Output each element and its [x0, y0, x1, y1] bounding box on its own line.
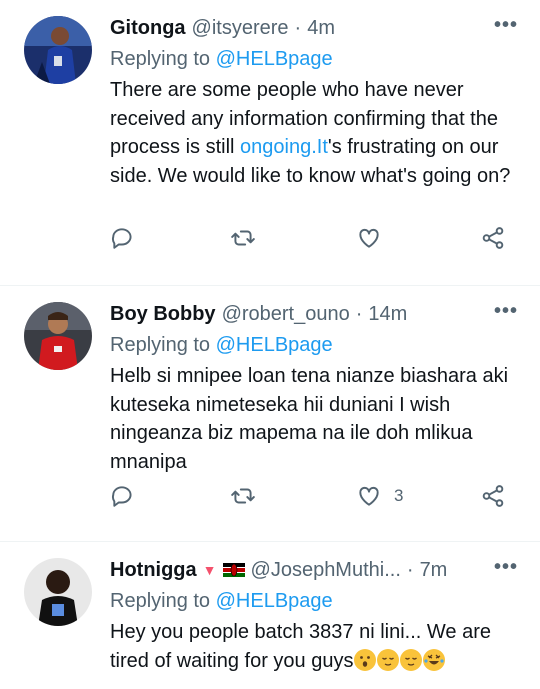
share-button[interactable]: [480, 483, 506, 509]
retweet-icon: [231, 488, 255, 504]
relieved-face-icon: [400, 648, 423, 671]
more-options-icon[interactable]: •••: [494, 301, 518, 321]
avatar[interactable]: [24, 558, 92, 626]
separator: ·: [294, 16, 302, 39]
red-triangle-icon: ▼: [202, 562, 217, 578]
tweet-text: Helb si mnipee loan tena nianze biashara…: [110, 365, 509, 473]
reply-icon: [111, 228, 132, 249]
reply-button[interactable]: [110, 225, 136, 251]
rolling-laughing-face-icon: [423, 648, 446, 671]
reply-icon: [111, 486, 132, 507]
replying-prefix: Replying to: [110, 48, 211, 70]
user-handle[interactable]: @robert_ouno: [222, 303, 350, 326]
tweet[interactable]: Boy Bobby @robert_ouno · 14m Replying to…: [0, 286, 540, 542]
mention-link[interactable]: @HELBpage: [216, 590, 333, 612]
retweet-button[interactable]: [230, 483, 256, 509]
avatar[interactable]: [24, 16, 92, 84]
share-button[interactable]: [480, 225, 506, 251]
display-name[interactable]: Boy Bobby: [110, 303, 216, 326]
user-handle[interactable]: @JosephMuthi...: [251, 559, 401, 582]
tweet-text: There are some people who have never rec…: [110, 76, 522, 190]
separator: ·: [355, 302, 363, 325]
replying-prefix: Replying to: [110, 590, 211, 612]
timestamp[interactable]: 4m: [307, 17, 335, 40]
reply-button[interactable]: [110, 483, 136, 509]
avatar-image: [24, 558, 92, 626]
timestamp[interactable]: 7m: [420, 559, 448, 582]
display-name[interactable]: Hotnigga: [110, 559, 197, 582]
replying-to: Replying to @HELBpage: [110, 44, 522, 75]
mention-link[interactable]: @HELBpage: [216, 334, 333, 356]
more-options-icon[interactable]: •••: [494, 15, 518, 35]
avatar-image: [24, 16, 92, 84]
tweet[interactable]: Hotnigga ▼ @JosephMuthi... · 7m Replying…: [0, 542, 540, 689]
retweet-icon: [231, 230, 255, 246]
display-name[interactable]: Gitonga: [110, 17, 186, 40]
like-button[interactable]: 3: [356, 483, 403, 509]
replying-to: Replying to @HELBpage: [110, 330, 522, 361]
tweet-text: Hey you people batch 3837 ni lini... We …: [110, 618, 522, 675]
avatar[interactable]: [24, 302, 92, 370]
like-button[interactable]: [356, 225, 382, 251]
astonished-face-icon: [354, 648, 377, 671]
share-icon: [482, 485, 504, 507]
more-options-icon[interactable]: •••: [494, 557, 518, 577]
replying-prefix: Replying to: [110, 334, 211, 356]
share-icon: [482, 227, 504, 249]
separator: ·: [406, 558, 414, 581]
like-count: 3: [394, 486, 404, 505]
mention-link[interactable]: @HELBpage: [216, 48, 333, 70]
inline-link[interactable]: ongoing.It: [240, 136, 328, 158]
relieved-face-icon: [377, 648, 400, 671]
tweet[interactable]: Gitonga @itsyerere · 4m Replying to @HEL…: [0, 0, 540, 286]
kenya-flag-icon: [222, 563, 245, 577]
timestamp[interactable]: 14m: [368, 303, 407, 326]
retweet-button[interactable]: [230, 225, 256, 251]
avatar-image: [24, 302, 92, 370]
heart-icon: [359, 228, 379, 248]
heart-icon: [359, 486, 379, 506]
replying-to: Replying to @HELBpage: [110, 586, 522, 617]
user-handle[interactable]: @itsyerere: [192, 17, 289, 40]
